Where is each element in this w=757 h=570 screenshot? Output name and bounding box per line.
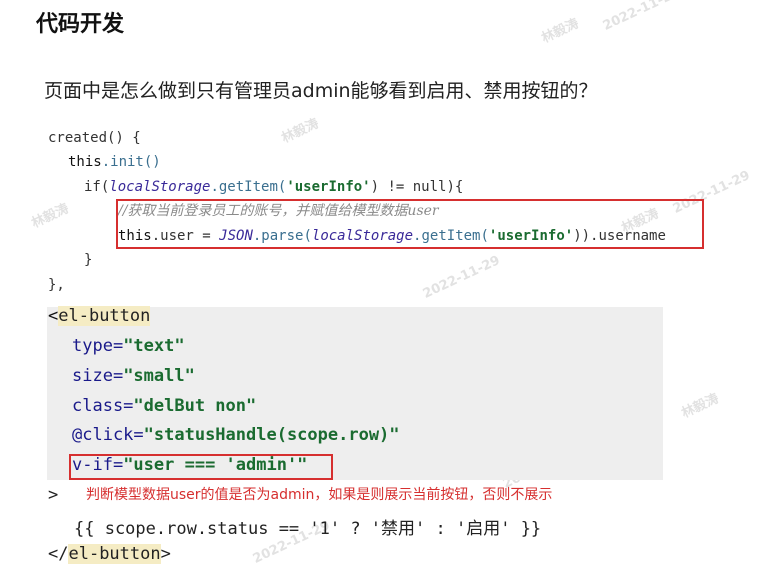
code-line-close-if: } <box>84 252 93 268</box>
code-line-gt: > <box>48 485 59 505</box>
code-line-click: @click="statusHandle(scope.row)" <box>72 425 400 445</box>
code-line-size: size="small" <box>72 366 195 386</box>
code-attr: type= <box>72 336 124 356</box>
code-tag-name: el-button <box>68 544 161 564</box>
annotation-note: 判断模型数据user的值是否为admin，如果是则展示当前按钮，否则不展示 <box>86 487 553 503</box>
page-title: 代码开发 <box>36 12 125 37</box>
code-attr-value: "delBut non" <box>133 396 257 416</box>
highlight-box-assign <box>116 199 704 249</box>
watermark-name: 林毅涛 <box>29 201 72 232</box>
code-lt: < <box>48 306 59 326</box>
watermark-date: 2022-11-29 <box>420 253 503 302</box>
code-line-body: {{ scope.row.status == '1' ? '禁用' : '启用'… <box>74 519 542 539</box>
code-line-created: created() { <box>48 130 141 146</box>
code-attr: size= <box>72 366 124 386</box>
code-line-open-tag: <el-button <box>48 306 151 326</box>
code-attr-value: "text" <box>123 336 185 356</box>
code-attr-value: "statusHandle(scope.row)" <box>143 425 400 445</box>
code-line-close-tag: </el-button> <box>48 544 171 564</box>
code-localstorage: localStorage <box>109 179 211 195</box>
code-close-lt: </ <box>48 544 69 564</box>
code-this: this <box>68 154 102 170</box>
code-string: 'userInfo' <box>286 179 371 195</box>
watermark-name: 林毅涛 <box>279 116 322 147</box>
watermark-name: 林毅涛 <box>539 16 582 47</box>
code-attr: @click= <box>72 425 144 445</box>
code-tag-name: el-button <box>58 306 151 326</box>
code-if-rest: ) != null){ <box>370 179 464 195</box>
code-line-if: if(localStorage.getItem('userInfo') != n… <box>84 175 463 200</box>
code-attr-value: "small" <box>123 366 195 386</box>
code-attr: class= <box>72 396 134 416</box>
code-line-type: type="text" <box>72 336 185 356</box>
highlight-box-vif <box>69 454 333 480</box>
question-text: 页面中是怎么做到只有管理员admin能够看到启用、禁用按钮的？ <box>44 80 598 102</box>
code-line-close-created: }, <box>48 277 65 293</box>
code-getitem: .getItem( <box>210 179 287 195</box>
watermark-name: 林毅涛 <box>679 391 722 422</box>
watermark-date: 2022-11-29 <box>600 0 683 34</box>
code-if: if( <box>84 179 110 195</box>
code-line-class: class="delBut non" <box>72 396 256 416</box>
code-gt: > <box>160 544 171 564</box>
code-init-call: .init() <box>101 154 161 170</box>
code-line-init: this.init() <box>68 150 161 175</box>
